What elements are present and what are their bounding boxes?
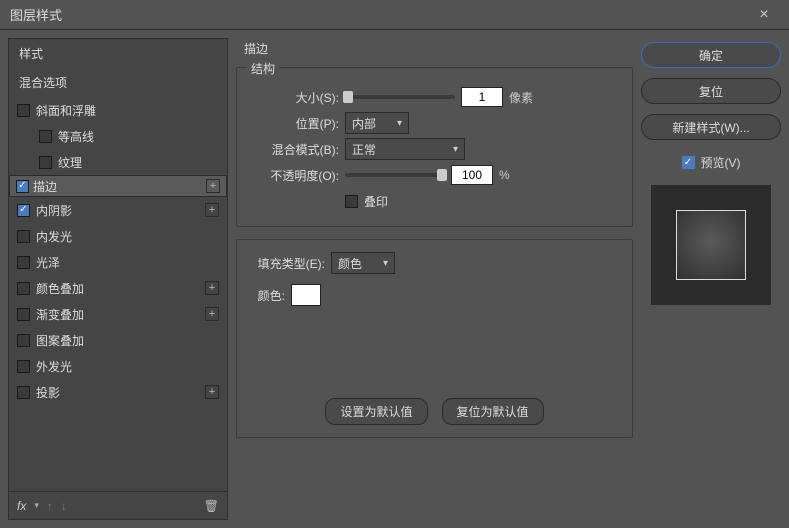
style-checkbox[interactable] (17, 386, 30, 399)
style-checkbox[interactable] (17, 204, 30, 217)
titlebar: 图层样式 × (0, 0, 789, 30)
overprint-label: 叠印 (364, 193, 388, 210)
preview-thumbnail (676, 210, 746, 280)
style-checkbox[interactable] (17, 308, 30, 321)
window-title: 图层样式 (10, 5, 749, 24)
preview-label: 预览(V) (701, 154, 741, 171)
style-item[interactable]: 投影 + (9, 379, 227, 405)
style-checkbox[interactable] (17, 104, 30, 117)
style-checkbox[interactable] (17, 282, 30, 295)
style-label: 外发光 (36, 358, 219, 375)
color-label: 颜色: (249, 287, 285, 304)
style-label: 纹理 (58, 154, 219, 171)
preview-box (651, 185, 771, 305)
blendmode-label: 混合模式(B): (249, 141, 339, 158)
size-unit: 像素 (509, 89, 533, 106)
fill-group: 填充类型(E): 颜色▾ 颜色: 设置为默认值 复位为默认值 (236, 239, 633, 438)
style-label: 投影 (36, 384, 199, 401)
plus-icon[interactable]: + (205, 281, 219, 295)
chevron-down-icon: ▾ (397, 118, 402, 129)
style-checkbox[interactable] (17, 360, 30, 373)
chevron-down-icon: ▾ (383, 258, 388, 269)
position-select[interactable]: 内部▾ (345, 112, 409, 134)
action-panel: 确定 复位 新建样式(W)... 预览(V) (641, 38, 781, 520)
filltype-select[interactable]: 颜色▾ (331, 252, 395, 274)
style-label: 渐变叠加 (36, 306, 199, 323)
style-label: 等高线 (58, 128, 219, 145)
new-style-button[interactable]: 新建样式(W)... (641, 114, 781, 140)
style-checkbox[interactable] (16, 180, 29, 193)
styles-panel: 样式 混合选项 斜面和浮雕等高线纹理描边+内阴影+内发光光泽颜色叠加+渐变叠加+… (8, 38, 228, 520)
chevron-down-icon: ▾ (453, 144, 458, 155)
style-checkbox[interactable] (17, 256, 30, 269)
style-item[interactable]: 斜面和浮雕 (9, 97, 227, 123)
structure-group-label: 结构 (247, 60, 279, 77)
style-label: 图案叠加 (36, 332, 219, 349)
dialog-body: 样式 混合选项 斜面和浮雕等高线纹理描边+内阴影+内发光光泽颜色叠加+渐变叠加+… (0, 30, 789, 528)
style-item[interactable]: 颜色叠加 + (9, 275, 227, 301)
opacity-slider[interactable] (345, 173, 445, 177)
style-item[interactable]: 纹理 (9, 149, 227, 175)
filltype-label: 填充类型(E): (249, 255, 325, 272)
style-item[interactable]: 内发光 (9, 223, 227, 249)
style-label: 颜色叠加 (36, 280, 199, 297)
fx-icon[interactable]: fx (17, 499, 26, 513)
structure-group: 结构 大小(S): 1 像素 位置(P): 内部▾ 混合模式(B): 正常▾ 不… (236, 67, 633, 227)
size-label: 大小(S): (249, 89, 339, 106)
plus-icon[interactable]: + (205, 385, 219, 399)
style-checkbox[interactable] (39, 130, 52, 143)
style-item[interactable]: 描边 + (9, 175, 227, 197)
arrow-up-icon[interactable]: ↑ (47, 499, 53, 513)
opacity-unit: % (499, 168, 510, 182)
style-item[interactable]: 内阴影 + (9, 197, 227, 223)
style-item[interactable]: 外发光 (9, 353, 227, 379)
style-label: 斜面和浮雕 (36, 102, 219, 119)
panel-title: 描边 (236, 38, 633, 57)
opacity-input[interactable]: 100 (451, 165, 493, 185)
size-slider[interactable] (345, 95, 455, 99)
reset-default-button[interactable]: 复位为默认值 (442, 398, 544, 425)
style-label: 光泽 (36, 254, 219, 271)
make-default-button[interactable]: 设置为默认值 (325, 398, 427, 425)
blendmode-select[interactable]: 正常▾ (345, 138, 465, 160)
styles-list: 样式 混合选项 斜面和浮雕等高线纹理描边+内阴影+内发光光泽颜色叠加+渐变叠加+… (9, 39, 227, 491)
cancel-button[interactable]: 复位 (641, 78, 781, 104)
opacity-label: 不透明度(O): (249, 167, 339, 184)
preview-row[interactable]: 预览(V) (641, 154, 781, 171)
blend-options-header[interactable]: 混合选项 (9, 68, 227, 97)
size-input[interactable]: 1 (461, 87, 503, 107)
close-icon[interactable]: × (749, 0, 779, 30)
style-item[interactable]: 等高线 (9, 123, 227, 149)
preview-checkbox[interactable] (682, 156, 695, 169)
style-item[interactable]: 渐变叠加 + (9, 301, 227, 327)
styles-header[interactable]: 样式 (9, 39, 227, 68)
color-swatch[interactable] (291, 284, 321, 306)
settings-panel: 描边 结构 大小(S): 1 像素 位置(P): 内部▾ 混合模式(B): 正常… (236, 38, 633, 520)
style-item[interactable]: 图案叠加 (9, 327, 227, 353)
fx-caret-icon[interactable]: ▾ (34, 500, 39, 511)
style-checkbox[interactable] (39, 156, 52, 169)
style-label: 内阴影 (36, 202, 199, 219)
trash-icon[interactable]: 🗑 (204, 499, 219, 513)
ok-button[interactable]: 确定 (641, 42, 781, 68)
style-label: 内发光 (36, 228, 219, 245)
style-item[interactable]: 光泽 (9, 249, 227, 275)
style-label: 描边 (33, 178, 202, 195)
position-label: 位置(P): (249, 115, 339, 132)
styles-footer: fx ▾ ↑ ↓ 🗑 (9, 491, 227, 519)
style-checkbox[interactable] (17, 230, 30, 243)
overprint-checkbox[interactable] (345, 195, 358, 208)
plus-icon[interactable]: + (205, 203, 219, 217)
arrow-down-icon[interactable]: ↓ (61, 499, 67, 513)
plus-icon[interactable]: + (206, 179, 220, 193)
plus-icon[interactable]: + (205, 307, 219, 321)
style-checkbox[interactable] (17, 334, 30, 347)
